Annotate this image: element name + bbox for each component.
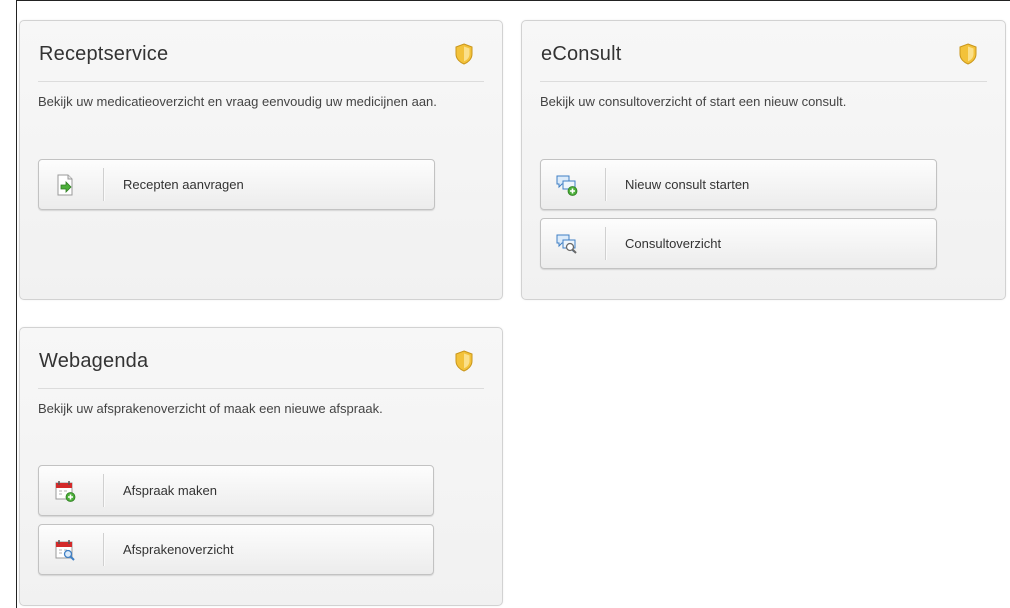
receptservice-card: Receptservice Bekijk uw medicatieoverzic… xyxy=(19,20,503,300)
button-separator xyxy=(103,474,105,507)
card-description: Bekijk uw consultoverzicht of start een … xyxy=(540,94,847,109)
chat-search-icon xyxy=(556,234,577,254)
econsult-card: eConsult Bekijk uw consultoverzicht of s… xyxy=(521,20,1006,300)
prescription-request-icon xyxy=(57,174,73,196)
button-label: Recepten aanvragen xyxy=(123,177,244,192)
button-label: Afsprakenoverzicht xyxy=(123,542,234,557)
button-label: Consultoverzicht xyxy=(625,236,722,251)
title-divider xyxy=(540,81,987,82)
button-separator xyxy=(103,533,105,566)
button-separator xyxy=(103,168,105,201)
consultoverzicht-button[interactable]: Consultoverzicht xyxy=(540,218,937,269)
calendar-add-icon xyxy=(55,481,76,502)
button-separator xyxy=(605,227,607,260)
shield-icon xyxy=(455,43,473,65)
button-separator xyxy=(605,168,607,201)
card-description: Bekijk uw medicatieoverzicht en vraag ee… xyxy=(38,94,437,109)
calendar-search-icon xyxy=(55,540,75,561)
card-title: eConsult xyxy=(541,43,622,65)
button-label: Nieuw consult starten xyxy=(625,177,750,192)
button-label: Afspraak maken xyxy=(123,483,217,498)
recepten-aanvragen-button[interactable]: Recepten aanvragen xyxy=(38,159,435,210)
card-title: Receptservice xyxy=(39,43,169,65)
title-divider xyxy=(38,388,484,389)
nieuw-consult-starten-button[interactable]: Nieuw consult starten xyxy=(540,159,937,210)
afsprakenoverzicht-button[interactable]: Afsprakenoverzicht xyxy=(38,524,434,575)
title-divider xyxy=(38,81,484,82)
webagenda-card: Webagenda Bekijk uw afsprakenoverzicht o… xyxy=(19,327,503,606)
card-description: Bekijk uw afsprakenoverzicht of maak een… xyxy=(38,401,383,416)
shield-icon xyxy=(455,350,473,372)
afspraak-maken-button[interactable]: Afspraak maken xyxy=(38,465,434,516)
card-title: Webagenda xyxy=(39,350,149,372)
shield-icon xyxy=(959,43,977,65)
chat-add-icon xyxy=(556,175,578,196)
